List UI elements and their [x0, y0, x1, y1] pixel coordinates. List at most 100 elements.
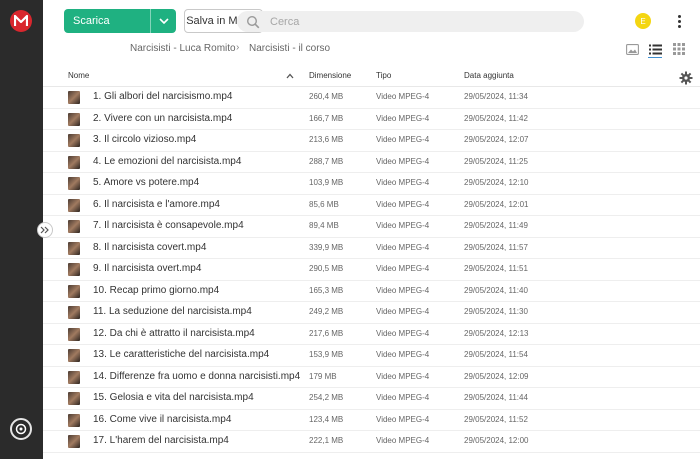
- chevron-down-icon[interactable]: [151, 9, 176, 33]
- file-date: 29/05/2024, 12:01: [464, 199, 529, 209]
- file-date: 29/05/2024, 11:42: [464, 113, 528, 123]
- grid-view-icon[interactable]: [672, 42, 686, 56]
- file-size: 153,9 MB: [309, 350, 344, 359]
- file-size: 339,9 MB: [309, 242, 344, 252]
- table-row[interactable]: 6. Il narcisista e l'amore.mp4 85,6 MB Vid…: [43, 195, 700, 216]
- file-type: Video MPEG-4: [376, 221, 430, 230]
- file-type: Video MPEG-4: [376, 371, 430, 381]
- file-date: 29/05/2024, 12:09: [464, 371, 529, 381]
- video-thumbnail-icon: [68, 392, 80, 405]
- file-size: 290,5 MB: [309, 264, 344, 273]
- file-name: 17. L'harem del narcisista.mp4: [93, 435, 229, 446]
- video-thumbnail-icon: [68, 112, 80, 126]
- video-thumbnail-icon: [68, 155, 80, 169]
- transfer-manager-icon[interactable]: [10, 418, 32, 440]
- list-view-icon[interactable]: [648, 42, 662, 56]
- mega-logo-icon[interactable]: [10, 10, 32, 32]
- file-size: 213,6 MB: [309, 135, 344, 144]
- video-thumbnail-icon: [68, 435, 80, 448]
- file-name: 12. Da chi è attratto il narcisista.mp4: [93, 327, 255, 339]
- video-thumbnail-icon: [68, 349, 80, 362]
- file-type: Video MPEG-4: [376, 436, 430, 445]
- video-thumbnail-icon: [68, 263, 80, 276]
- file-date: 29/05/2024, 11:25: [464, 156, 528, 166]
- sort-ascending-icon[interactable]: [285, 71, 295, 81]
- file-type: Video MPEG-4: [376, 414, 430, 424]
- table-row[interactable]: 1. Gli albori del narcisismo.mp4 260,4 MB…: [43, 87, 700, 109]
- chevron-right-icon: ›: [236, 42, 240, 53]
- table-row[interactable]: 12. Da chi è attratto il narcisista.mp4 2…: [43, 324, 700, 345]
- file-size: 217,6 MB: [309, 328, 344, 338]
- file-type: Video MPEG-4: [376, 199, 430, 209]
- file-name: 4. Le emozioni del narcisista.mp4: [93, 155, 242, 167]
- breadcrumb-item-parent[interactable]: Narcisisti - Luca Romito: [130, 43, 236, 54]
- active-view-indicator: [648, 57, 662, 58]
- column-header-date[interactable]: Data aggiunta: [464, 71, 514, 80]
- file-date: 29/05/2024, 11:54: [464, 350, 528, 359]
- video-thumbnail-icon: [68, 284, 80, 298]
- table-row[interactable]: 11. La seduzione del narcisista.mp4 249,2…: [43, 302, 700, 324]
- more-options-icon[interactable]: [673, 12, 685, 30]
- table-row[interactable]: 7. Il narcisista è consapevole.mp4 89,4 M…: [43, 216, 700, 238]
- table-row[interactable]: 13. Le caratteristiche del narcisista.mp…: [43, 345, 700, 367]
- video-thumbnail-icon: [68, 370, 80, 384]
- file-date: 29/05/2024, 11:57: [464, 242, 528, 252]
- gear-icon[interactable]: [679, 71, 693, 85]
- table-row[interactable]: 4. Le emozioni del narcisista.mp4 288,7 M…: [43, 152, 700, 173]
- table-row[interactable]: 15. Gelosia e vita del narcisista.mp4 254…: [43, 388, 700, 410]
- file-type: Video MPEG-4: [376, 264, 430, 273]
- file-date: 29/05/2024, 11:49: [464, 221, 528, 230]
- avatar[interactable]: E: [635, 13, 651, 29]
- video-thumbnail-icon: [68, 306, 80, 319]
- breadcrumb-item-current[interactable]: Narcisisti - il corso: [249, 43, 330, 54]
- download-button[interactable]: Scarica: [64, 9, 176, 33]
- file-name: 9. Il narcisista overt.mp4: [93, 263, 202, 274]
- file-name: 16. Come vive il narcisista.mp4: [93, 413, 232, 425]
- file-type: Video MPEG-4: [376, 178, 430, 187]
- file-list: 1. Gli albori del narcisismo.mp4 260,4 MB…: [43, 87, 700, 453]
- search-icon: [246, 15, 260, 29]
- video-thumbnail-icon: [68, 413, 80, 427]
- table-row[interactable]: 10. Recap primo giorno.mp4 165,3 MB Video …: [43, 281, 700, 302]
- column-header-size[interactable]: Dimensione: [309, 71, 351, 80]
- expand-sidebar-button[interactable]: [37, 222, 53, 238]
- table-row[interactable]: 17. L'harem del narcisista.mp4 222,1 MB Vi…: [43, 431, 700, 453]
- table-row[interactable]: 5. Amore vs potere.mp4 103,9 MB Video MPEG…: [43, 173, 700, 195]
- file-name: 7. Il narcisista è consapevole.mp4: [93, 220, 244, 231]
- file-size: 254,2 MB: [309, 393, 344, 402]
- table-row[interactable]: 3. Il circolo vizioso.mp4 213,6 MB Video M…: [43, 130, 700, 152]
- table-row[interactable]: 16. Come vive il narcisista.mp4 123,4 MB V…: [43, 410, 700, 431]
- video-thumbnail-icon: [68, 241, 80, 255]
- video-thumbnail-icon: [68, 91, 80, 104]
- table-row[interactable]: 2. Vivere con un narcisista.mp4 166,7 MB V…: [43, 109, 700, 130]
- file-name: 6. Il narcisista e l'amore.mp4: [93, 198, 220, 210]
- top-toolbar: Scarica Salva in MEGA Cerca E: [43, 0, 700, 40]
- file-date: 29/05/2024, 11:30: [464, 307, 528, 316]
- column-header-type[interactable]: Tipo: [376, 71, 391, 80]
- table-row[interactable]: 14. Differenze fra uomo e donna narcisis…: [43, 367, 700, 388]
- table-row[interactable]: 8. Il narcisista covert.mp4 339,9 MB Video…: [43, 238, 700, 259]
- search-placeholder: Cerca: [270, 15, 300, 28]
- file-size: 123,4 MB: [309, 414, 344, 424]
- table-header: Nome Dimensione Tipo Data aggiunta: [43, 66, 700, 87]
- video-thumbnail-icon: [68, 177, 80, 190]
- file-name: 8. Il narcisista covert.mp4: [93, 241, 207, 253]
- file-size: 165,3 MB: [309, 285, 344, 295]
- file-size: 89,4 MB: [309, 221, 339, 230]
- column-header-name[interactable]: Nome: [68, 71, 89, 80]
- file-name: 10. Recap primo giorno.mp4: [93, 284, 220, 296]
- file-name: 3. Il circolo vizioso.mp4: [93, 134, 197, 145]
- file-size: 249,2 MB: [309, 307, 344, 316]
- image-view-icon[interactable]: [625, 42, 639, 56]
- search-input[interactable]: Cerca: [237, 11, 584, 32]
- file-size: 222,1 MB: [309, 436, 344, 445]
- file-date: 29/05/2024, 11:34: [464, 92, 528, 101]
- table-row[interactable]: 9. Il narcisista overt.mp4 290,5 MB Video …: [43, 259, 700, 281]
- file-size: 103,9 MB: [309, 178, 344, 187]
- file-date: 29/05/2024, 12:07: [464, 135, 529, 144]
- file-size: 260,4 MB: [309, 92, 344, 101]
- file-type: Video MPEG-4: [376, 285, 430, 295]
- file-type: Video MPEG-4: [376, 307, 430, 316]
- file-type: Video MPEG-4: [376, 350, 430, 359]
- video-thumbnail-icon: [68, 220, 80, 233]
